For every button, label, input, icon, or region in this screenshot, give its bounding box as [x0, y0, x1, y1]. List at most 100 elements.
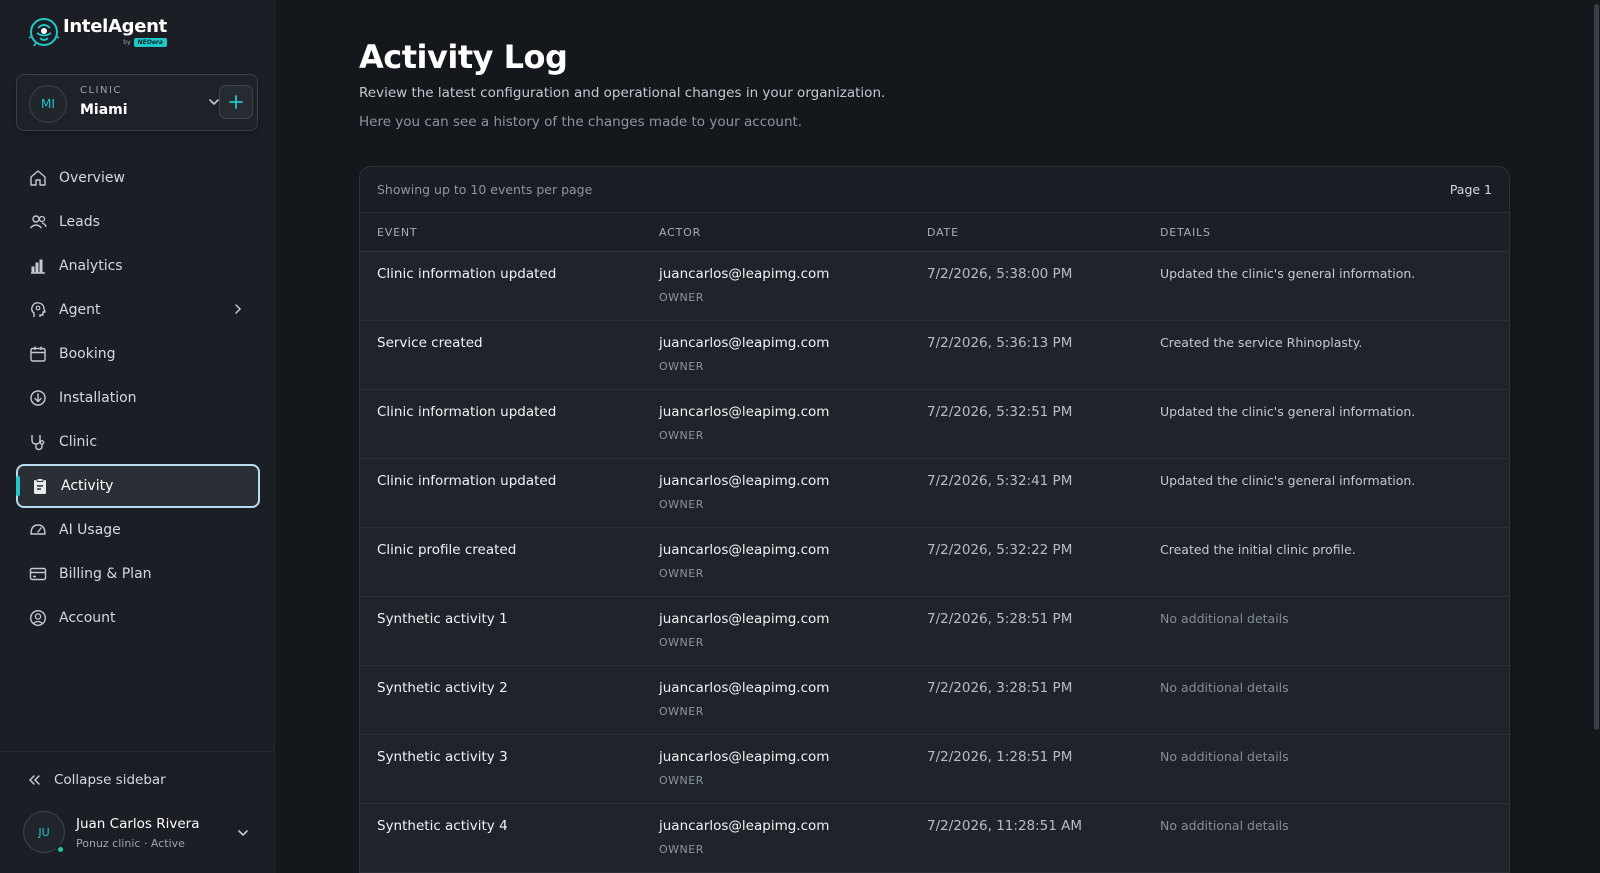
table-row[interactable]: Service created juancarlos@leapimg.com O…	[360, 321, 1509, 390]
details-cell: Updated the clinic's general information…	[1160, 404, 1416, 419]
clinic-switcher[interactable]: MI CLINIC Miami	[16, 74, 258, 131]
sidebar-item-label: Installation	[59, 390, 137, 406]
table-toolbar: Showing up to 10 events per page Page 1	[360, 167, 1509, 213]
event-cell: Synthetic activity 4	[377, 818, 508, 834]
actor-role: OWNER	[659, 291, 704, 304]
clinic-name: Miami	[80, 102, 128, 118]
home-icon	[30, 170, 46, 186]
sidebar-item-label: Account	[59, 610, 116, 626]
details-cell: Created the initial clinic profile.	[1160, 542, 1356, 557]
actor-cell: juancarlos@leapimg.com	[659, 749, 830, 765]
column-header-event: EVENT	[377, 226, 418, 239]
details-cell: Updated the clinic's general information…	[1160, 266, 1416, 281]
actor-cell: juancarlos@leapimg.com	[659, 818, 830, 834]
table-row[interactable]: Clinic information updated juancarlos@le…	[360, 252, 1509, 321]
actor-cell: juancarlos@leapimg.com	[659, 680, 830, 696]
sidebar-item-leads[interactable]: Leads	[16, 200, 260, 244]
sidebar-item-installation[interactable]: Installation	[16, 376, 260, 420]
page-size-note: Showing up to 10 events per page	[377, 182, 593, 197]
sidebar-item-clinic[interactable]: Clinic	[16, 420, 260, 464]
online-status-dot	[56, 845, 65, 854]
sidebar: IntelAgent by NEOera MI CLINIC Miami Ove…	[0, 0, 275, 873]
sidebar-item-account[interactable]: Account	[16, 596, 260, 640]
table-row[interactable]: Synthetic activity 2 juancarlos@leapimg.…	[360, 666, 1509, 735]
sidebar-item-activity[interactable]: Activity	[16, 464, 260, 508]
logo-brand: NEOera	[133, 38, 167, 47]
stethoscope-icon	[31, 435, 45, 451]
calendar-icon	[30, 346, 46, 362]
card-icon	[29, 567, 47, 581]
details-cell: Updated the clinic's general information…	[1160, 473, 1416, 488]
table-row[interactable]: Synthetic activity 4 juancarlos@leapimg.…	[360, 804, 1509, 873]
table-row[interactable]: Synthetic activity 1 juancarlos@leapimg.…	[360, 597, 1509, 666]
sidebar-item-label: Clinic	[59, 434, 98, 450]
sidebar-item-booking[interactable]: Booking	[16, 332, 260, 376]
event-cell: Clinic profile created	[377, 542, 517, 558]
details-cell: No additional details	[1160, 818, 1289, 833]
event-cell: Synthetic activity 2	[377, 680, 508, 696]
date-cell: 7/2/2026, 5:36:13 PM	[927, 335, 1073, 351]
table-row[interactable]: Clinic information updated juancarlos@le…	[360, 390, 1509, 459]
date-cell: 7/2/2026, 5:32:41 PM	[927, 473, 1073, 489]
table-row[interactable]: Clinic profile created juancarlos@leapim…	[360, 528, 1509, 597]
date-cell: 7/2/2026, 5:28:51 PM	[927, 611, 1073, 627]
date-cell: 7/2/2026, 1:28:51 PM	[927, 749, 1073, 765]
actor-role: OWNER	[659, 498, 704, 511]
user-name: Juan Carlos Rivera	[76, 816, 200, 832]
actor-cell: juancarlos@leapimg.com	[659, 404, 830, 420]
collapse-sidebar-label: Collapse sidebar	[54, 772, 166, 788]
collapse-sidebar-button[interactable]: Collapse sidebar	[26, 772, 166, 788]
clinic-caption: CLINIC	[80, 85, 122, 96]
users-icon	[29, 215, 47, 229]
sidebar-item-billing[interactable]: Billing & Plan	[16, 552, 260, 596]
sidebar-item-label: Overview	[59, 170, 125, 186]
table-row[interactable]: Synthetic activity 3 juancarlos@leapimg.…	[360, 735, 1509, 804]
brain-logo-icon	[28, 18, 60, 47]
actor-role: OWNER	[659, 705, 704, 718]
event-cell: Clinic information updated	[377, 266, 557, 282]
clinic-avatar: MI	[29, 85, 67, 123]
clipboard-icon	[34, 478, 46, 494]
actor-cell: juancarlos@leapimg.com	[659, 335, 830, 351]
sidebar-item-label: AI Usage	[59, 522, 121, 538]
event-cell: Synthetic activity 3	[377, 749, 508, 765]
actor-role: OWNER	[659, 774, 704, 787]
sidebar-footer: Collapse sidebar JU Juan Carlos Rivera P…	[0, 751, 275, 873]
actor-role: OWNER	[659, 636, 704, 649]
chevron-down-icon[interactable]	[236, 826, 250, 840]
date-cell: 7/2/2026, 5:38:00 PM	[927, 266, 1073, 282]
page-subtitle: Review the latest configuration and oper…	[359, 85, 886, 101]
actor-cell: juancarlos@leapimg.com	[659, 473, 830, 489]
sidebar-item-label: Billing & Plan	[59, 566, 152, 582]
plus-icon	[229, 95, 243, 109]
sidebar-item-analytics[interactable]: Analytics	[16, 244, 260, 288]
app-logo[interactable]: IntelAgent by NEOera	[28, 16, 167, 48]
actor-role: OWNER	[659, 429, 704, 442]
double-chevron-left-icon	[28, 775, 40, 785]
event-cell: Clinic information updated	[377, 404, 557, 420]
sidebar-item-agent[interactable]: Agent	[16, 288, 260, 332]
table-row[interactable]: Clinic information updated juancarlos@le…	[360, 459, 1509, 528]
sidebar-item-label: Booking	[59, 346, 116, 362]
details-cell: No additional details	[1160, 749, 1289, 764]
user-subtitle: Ponuz clinic · Active	[76, 837, 185, 850]
event-cell: Synthetic activity 1	[377, 611, 508, 627]
bar-chart-icon	[31, 259, 45, 274]
sidebar-item-overview[interactable]: Overview	[16, 156, 260, 200]
event-cell: Clinic information updated	[377, 473, 557, 489]
actor-cell: juancarlos@leapimg.com	[659, 266, 830, 282]
details-cell: Created the service Rhinoplasty.	[1160, 335, 1363, 350]
actor-cell: juancarlos@leapimg.com	[659, 611, 830, 627]
chevron-right-icon	[235, 304, 242, 314]
actor-role: OWNER	[659, 843, 704, 856]
sidebar-item-ai-usage[interactable]: AI Usage	[16, 508, 260, 552]
date-cell: 7/2/2026, 11:28:51 AM	[927, 818, 1083, 834]
logo-by-text: by	[123, 39, 131, 46]
logo-byline: by NEOera	[63, 38, 167, 47]
details-cell: No additional details	[1160, 611, 1289, 626]
page-scrollbar-thumb[interactable]	[1594, 4, 1599, 730]
sidebar-nav: Overview Leads Analytics Agent Booking I…	[16, 156, 260, 640]
page-description: Here you can see a history of the change…	[359, 114, 803, 130]
add-clinic-button[interactable]	[219, 85, 253, 119]
gauge-icon	[30, 524, 46, 535]
